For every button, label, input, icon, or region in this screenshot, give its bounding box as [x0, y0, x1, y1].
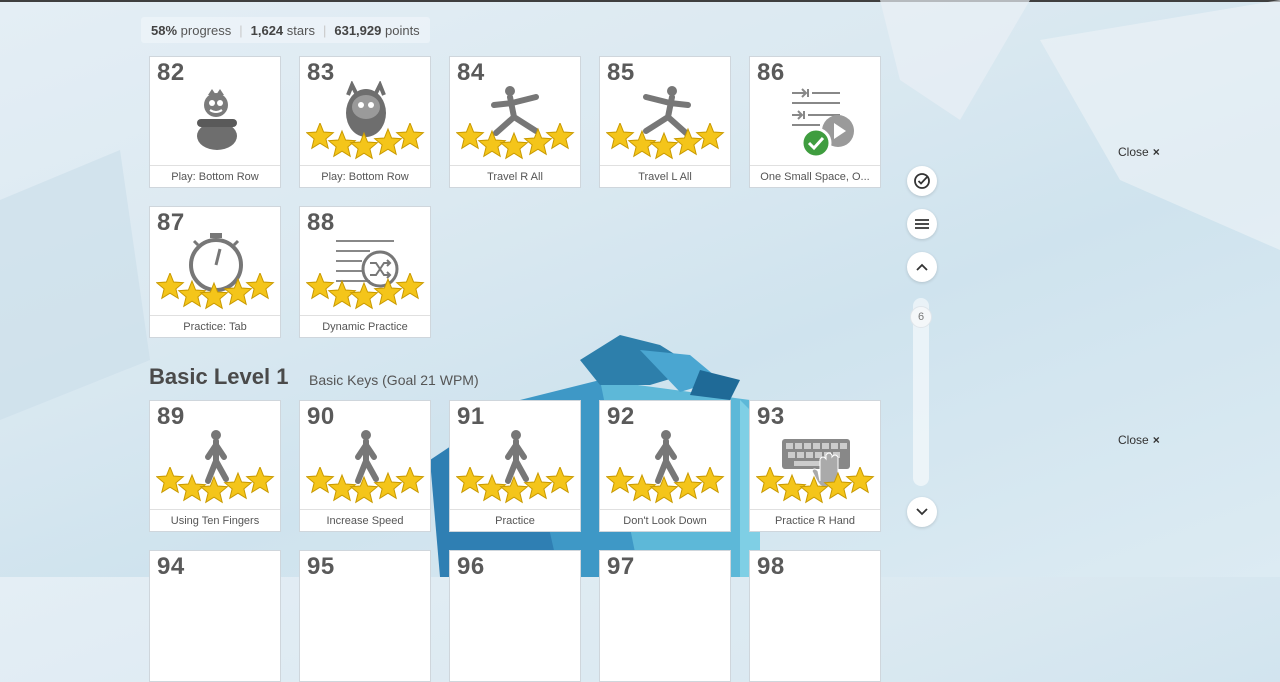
star-icon: [649, 131, 679, 160]
star-rating: [456, 467, 575, 504]
star-icon: [395, 273, 425, 300]
lesson-card[interactable]: 84 Travel R All: [449, 56, 581, 188]
star-icon: [156, 273, 185, 300]
star-rating: [156, 467, 275, 504]
lesson-card[interactable]: 91 Practice: [449, 400, 581, 532]
lesson-card[interactable]: 87 Practice: Tab: [149, 206, 281, 338]
lesson-card[interactable]: 93 Practice R Hand: [749, 400, 881, 532]
star-icon: [756, 467, 785, 494]
level-scroll-thumb[interactable]: 6: [910, 306, 932, 328]
star-icon: [649, 475, 679, 504]
star-icon: [499, 131, 529, 160]
lesson-card[interactable]: 88 Dynamic Practice: [299, 206, 431, 338]
star-icon: [695, 467, 725, 494]
lesson-label: Play: Bottom Row: [150, 165, 280, 187]
lesson-card[interactable]: 89 Using Ten Fingers: [149, 400, 281, 532]
check-progress-button[interactable]: [907, 166, 937, 196]
star-icon: [456, 123, 485, 150]
lesson-card[interactable]: 86 One Small Space, O...: [749, 56, 881, 188]
lesson-card[interactable]: 97: [599, 550, 731, 682]
separator: |: [239, 22, 243, 38]
star-icon: [845, 467, 875, 494]
character-in-pot-icon: [197, 89, 237, 150]
chevron-up-icon: [916, 263, 928, 271]
lesson-label: Travel R All: [450, 165, 580, 187]
lesson-label: Increase Speed: [300, 509, 430, 531]
close-link[interactable]: Close ×: [1118, 145, 1160, 159]
star-icon: [695, 123, 725, 150]
lesson-card[interactable]: 85 Travel L All: [599, 56, 731, 188]
star-icon: [349, 281, 379, 310]
star-icon: [395, 467, 425, 494]
close-label: Close: [1118, 433, 1149, 447]
lesson-card[interactable]: 82 Play: Bottom Row: [149, 56, 281, 188]
star-icon: [456, 467, 485, 494]
lesson-card[interactable]: 96: [449, 550, 581, 682]
star-icon: [199, 281, 229, 310]
star-icon: [545, 467, 575, 494]
close-link[interactable]: Close ×: [1118, 433, 1160, 447]
close-label: Close: [1118, 145, 1149, 159]
star-rating: [606, 123, 725, 160]
section-title: Basic Level 1: [149, 364, 289, 389]
lesson-label: Don't Look Down: [600, 509, 730, 531]
star-rating: [606, 467, 725, 504]
check-circle-icon: [914, 173, 930, 189]
stars-stat: 1,624 stars: [250, 22, 315, 38]
menu-icon: [915, 219, 929, 229]
chevron-down-icon: [916, 508, 928, 516]
star-icon: [306, 467, 335, 494]
lesson-label: Practice: [450, 509, 580, 531]
lesson-label: Using Ten Fingers: [150, 509, 280, 531]
star-icon: [349, 475, 379, 504]
progress-stat: 58% progress: [151, 22, 232, 38]
star-icon: [349, 131, 379, 160]
lesson-label: One Small Space, O...: [750, 165, 880, 187]
star-rating: [156, 273, 275, 310]
star-icon: [606, 467, 635, 494]
lesson-label: Dynamic Practice: [300, 315, 430, 337]
menu-button[interactable]: [907, 209, 937, 239]
lesson-card[interactable]: 92 Don't Look Down: [599, 400, 731, 532]
star-icon: [306, 123, 335, 150]
star-rating: [306, 123, 425, 160]
star-icon: [245, 273, 275, 300]
star-icon: [199, 475, 229, 504]
star-rating: [306, 273, 425, 310]
scroll-up-button[interactable]: [907, 252, 937, 282]
video-lesson-check-icon: [792, 88, 854, 159]
lesson-label: Travel L All: [600, 165, 730, 187]
lesson-card[interactable]: 98: [749, 550, 881, 682]
lesson-card[interactable]: 94: [149, 550, 281, 682]
close-icon: ×: [1152, 145, 1160, 159]
star-icon: [606, 123, 635, 150]
star-icon: [499, 475, 529, 504]
scroll-down-button[interactable]: [907, 497, 937, 527]
lesson-card[interactable]: 95: [299, 550, 431, 682]
star-rating: [456, 123, 575, 160]
section-subtitle: Basic Keys (Goal 21 WPM): [309, 372, 479, 388]
star-rating: [306, 467, 425, 504]
separator: |: [322, 22, 327, 38]
lesson-label: Practice: Tab: [150, 315, 280, 337]
points-stat: 631,929 points: [334, 22, 420, 38]
star-icon: [545, 123, 575, 150]
star-icon: [245, 467, 275, 494]
close-icon: ×: [1152, 433, 1160, 447]
star-rating: [756, 467, 875, 504]
star-icon: [306, 273, 335, 300]
lesson-card[interactable]: 90 Increase Speed: [299, 400, 431, 532]
star-icon: [395, 123, 425, 150]
star-icon: [799, 475, 829, 504]
progress-stats-bar: 58% progress | 1,624 stars | 631,929 poi…: [141, 17, 430, 43]
star-icon: [156, 467, 185, 494]
lesson-label: Practice R Hand: [750, 509, 880, 531]
lesson-label: Play: Bottom Row: [300, 165, 430, 187]
lesson-card[interactable]: 83 Play: Bottom Row: [299, 56, 431, 188]
